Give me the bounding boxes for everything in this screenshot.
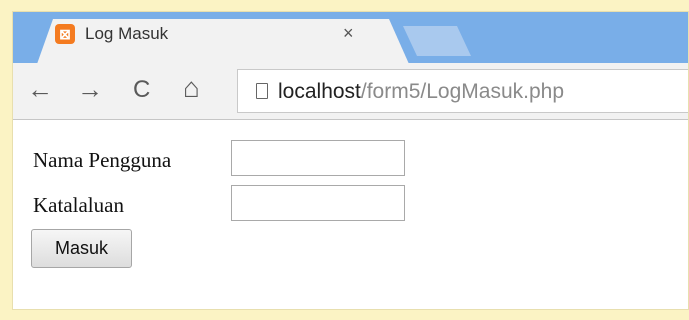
submit-button[interactable]: Masuk [31, 229, 132, 268]
url-text: localhost/form5/LogMasuk.php [278, 80, 564, 104]
password-input[interactable] [231, 185, 405, 221]
favicon-icon: ⊠ [55, 24, 75, 44]
new-tab-button[interactable] [403, 26, 471, 56]
favicon-glyph: ⊠ [59, 26, 71, 42]
address-bar[interactable]: localhost/form5/LogMasuk.php [237, 69, 688, 113]
title-bar: ⊠ Log Masuk × [13, 12, 688, 64]
url-host: localhost [278, 80, 361, 103]
password-label: Katalaluan [33, 193, 124, 217]
username-label: Nama Pengguna [33, 148, 172, 172]
browser-toolbar: ← → C ⌂ localhost/form5/LogMasuk.php [13, 63, 688, 120]
forward-icon[interactable]: → [77, 76, 103, 102]
close-tab-icon[interactable]: × [343, 24, 354, 42]
back-icon[interactable]: ← [27, 76, 53, 102]
reload-icon[interactable]: C [133, 78, 150, 102]
tab-title: Log Masuk [85, 24, 169, 43]
page-content: Nama Pengguna Katalaluan Masuk [13, 120, 688, 309]
page-icon [256, 83, 268, 99]
browser-window: ⊠ Log Masuk × ← → C ⌂ localhost/form5/Lo… [13, 12, 688, 309]
url-path: /form5/LogMasuk.php [360, 80, 564, 103]
home-icon[interactable]: ⌂ [183, 74, 200, 102]
username-input[interactable] [231, 140, 405, 176]
